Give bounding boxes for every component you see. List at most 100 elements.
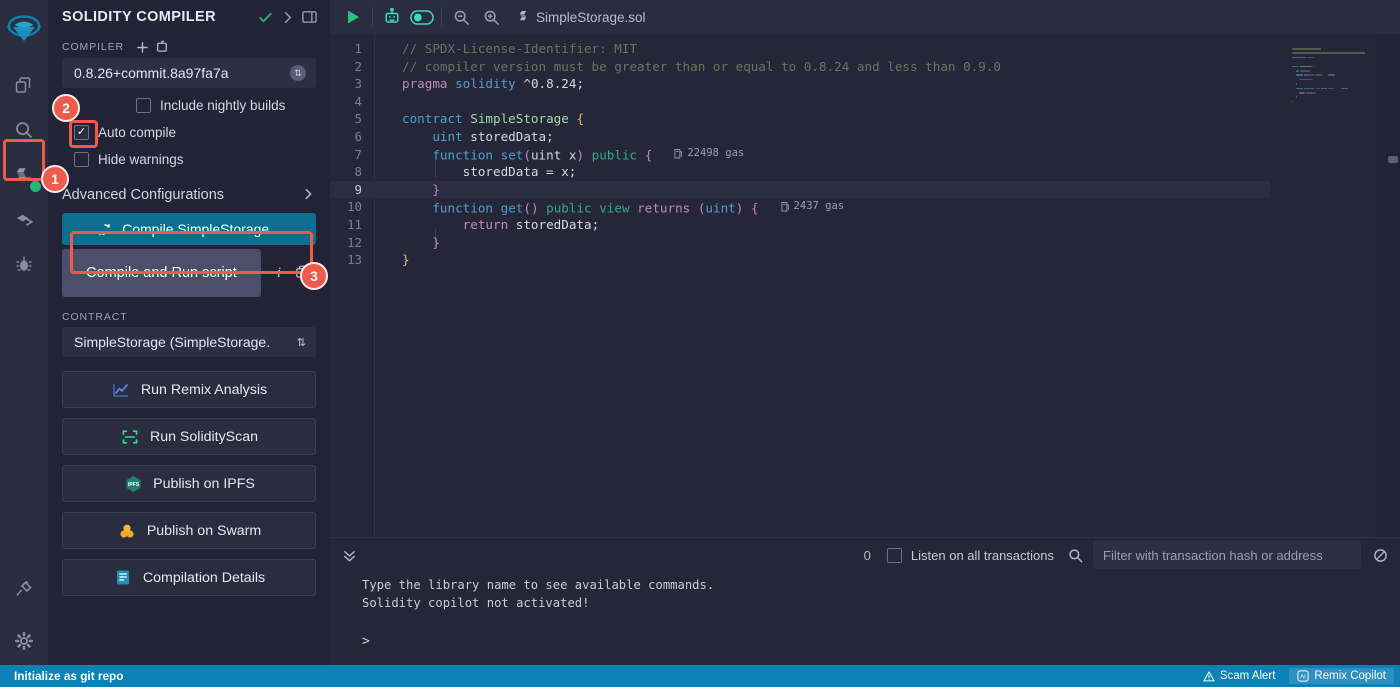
git-init-button[interactable]: Initialize as git repo <box>0 669 123 683</box>
line-number: 4 <box>354 93 362 109</box>
code-line: 1 // SPDX-License-Identifier: MIT <box>330 40 1400 58</box>
code-text: } <box>402 252 410 268</box>
minimap-line <box>1306 87 1309 90</box>
terminal-prompt[interactable]: > <box>362 634 1400 649</box>
editor-minimap[interactable] <box>1270 34 1376 537</box>
sidebar-item-search[interactable] <box>2 108 46 152</box>
gas-estimate-badge: 22498 gas <box>674 145 744 163</box>
settings-icon[interactable] <box>2 619 46 663</box>
minimap-line <box>1295 96 1297 98</box>
code-text: function set(uint x) public {22498 gas <box>432 145 745 163</box>
annotation-badge-2: 2 <box>52 94 80 122</box>
listen-on-all-transactions-label: Listen on all transactions <box>910 547 1054 563</box>
warning-triangle-icon <box>1203 670 1215 682</box>
publish-on-swarm-button[interactable]: Publish on Swarm <box>62 512 316 549</box>
advanced-configurations-label: Advanced Configurations <box>62 187 225 203</box>
chevron-double-down-icon[interactable] <box>336 542 362 568</box>
run-solidityscan-button[interactable]: Run SolidityScan <box>62 418 316 455</box>
annotation-badge-1: 1 <box>41 165 69 193</box>
publish-on-ipfs-button[interactable]: IPFS Publish on IPFS <box>62 465 316 502</box>
code-editor[interactable]: 1 // SPDX-License-Identifier: MIT 2 // comp… <box>330 34 1400 537</box>
minimap-line <box>1309 87 1315 90</box>
advanced-configurations-row[interactable]: Advanced Configurations <box>62 179 316 211</box>
line-number: 10 <box>347 199 362 215</box>
plus-icon[interactable] <box>136 41 149 54</box>
remix-copilot-item[interactable]: AI Remix Copilot <box>1289 668 1394 684</box>
toolbar-divider <box>372 7 373 27</box>
editor-tab-simplestorage[interactable]: SimpleStorage.sol <box>506 0 658 34</box>
minimap-line <box>1292 100 1293 103</box>
line-number: 13 <box>347 252 362 268</box>
transaction-count: 0 <box>863 547 871 563</box>
minimap-line <box>1299 78 1314 81</box>
code-text: // compiler version must be greater than… <box>402 58 1001 74</box>
zoom-in-icon[interactable] <box>476 2 506 32</box>
code-line: 7 function set(uint x) public {22498 gas <box>330 146 1400 164</box>
scam-alert-label: Scam Alert <box>1219 670 1276 682</box>
contract-section-label: CONTRACT <box>62 311 128 323</box>
compiler-version-select[interactable]: 0.8.26+commit.8a97fa7a ⇅ <box>62 58 316 88</box>
auto-compile-checkbox[interactable] <box>74 125 89 140</box>
code-line: 3 pragma solidity ^0.8.24; <box>330 75 1400 93</box>
code-text: } <box>432 234 440 250</box>
editor-vertical-scrollbar[interactable] <box>1386 34 1400 537</box>
chevron-right-icon[interactable] <box>276 6 298 28</box>
run-solidityscan-label: Run SolidityScan <box>149 428 259 445</box>
publish-on-swarm-label: Publish on Swarm <box>146 522 262 539</box>
hide-warnings-row[interactable]: Hide warnings <box>62 146 316 173</box>
run-remix-analysis-button[interactable]: Run Remix Analysis <box>62 371 316 408</box>
listen-on-all-transactions-checkbox[interactable] <box>886 547 902 563</box>
compilation-details-button[interactable]: Compilation Details <box>62 559 316 596</box>
minimap-line <box>1295 87 1304 90</box>
search-icon[interactable] <box>1054 548 1093 563</box>
sidebar-item-deploy-run[interactable] <box>2 198 46 242</box>
contract-select[interactable]: SimpleStorage (SimpleStorage. ⇅ <box>62 327 316 357</box>
code-line: 5 contract SimpleStorage { <box>330 110 1400 128</box>
minimap-line <box>1300 65 1313 68</box>
toggle-on-icon[interactable] <box>407 2 437 32</box>
minimap-line <box>1315 74 1321 76</box>
info-icon[interactable]: i <box>277 265 281 282</box>
sidebar-item-file-explorer[interactable] <box>2 64 46 108</box>
compile-button-label: Compile SimpleStorage... <box>122 221 281 237</box>
load-compiler-icon[interactable] <box>155 40 169 54</box>
remix-logo[interactable] <box>0 4 48 56</box>
code-text: return storedData; <box>462 216 600 232</box>
hide-warnings-checkbox[interactable] <box>74 152 89 167</box>
code-line: 6 uint storedData; <box>330 128 1400 146</box>
include-nightly-builds-checkbox[interactable] <box>136 98 151 113</box>
gas-estimate-badge: 2437 gas <box>780 198 844 216</box>
plugin-manager-icon[interactable] <box>2 567 46 611</box>
robot-icon[interactable] <box>377 2 407 32</box>
run-play-icon[interactable] <box>338 2 368 32</box>
include-nightly-builds-label: Include nightly builds <box>160 98 286 113</box>
sidebar-item-debugger[interactable] <box>2 242 46 286</box>
publish-on-ipfs-label: Publish on IPFS <box>153 475 255 492</box>
scan-brackets-icon <box>120 427 140 447</box>
minimap-line <box>1315 87 1320 90</box>
scrollbar-thumb[interactable] <box>1388 156 1398 163</box>
ban-icon[interactable] <box>1361 548 1400 563</box>
sidebar-item-solidity-compiler[interactable] <box>2 154 46 198</box>
include-nightly-builds-row[interactable]: Include nightly builds <box>62 92 316 119</box>
ipfs-icon: IPFS <box>123 474 143 494</box>
line-number: 3 <box>354 76 362 92</box>
compiler-version-value: 0.8.26+commit.8a97fa7a <box>74 65 229 81</box>
editor-toolbar: SimpleStorage.sol <box>330 0 1400 34</box>
panel-body: COMPILER 0.8.26+commit.8a97fa7a ⇅ Includ… <box>48 34 330 687</box>
transaction-filter-input[interactable] <box>1093 541 1361 569</box>
zoom-out-icon[interactable] <box>446 2 476 32</box>
scam-alert-item[interactable]: Scam Alert <box>1203 670 1290 682</box>
compilation-details-label: Compilation Details <box>142 569 266 586</box>
layout-panel-icon[interactable] <box>298 6 320 28</box>
activity-bar <box>0 0 48 687</box>
compile-and-run-script-button[interactable]: Compile and Run script <box>62 249 261 297</box>
line-number: 2 <box>354 58 362 74</box>
compile-button[interactable]: Compile SimpleStorage... <box>62 213 316 245</box>
listen-on-all-transactions-row[interactable]: Listen on all transactions <box>886 547 1054 563</box>
minimap-line <box>1292 52 1365 54</box>
minimap-line <box>1313 56 1315 59</box>
minimap-line <box>1295 70 1300 72</box>
auto-compile-row[interactable]: Auto compile <box>62 119 316 146</box>
main-area: SimpleStorage.sol 1 // SPDX-License-Ident… <box>330 0 1400 687</box>
